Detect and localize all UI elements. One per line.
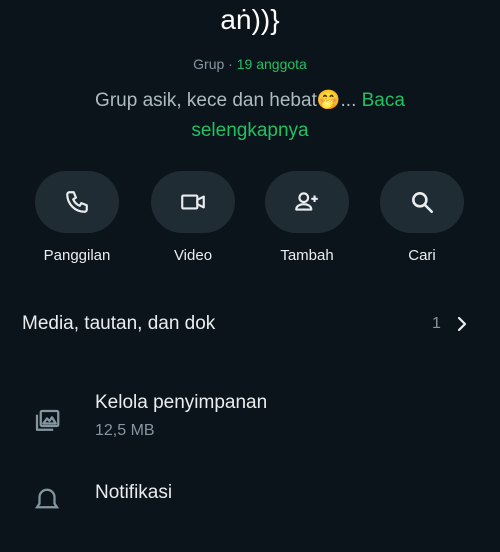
call-label: Panggilan [43, 247, 111, 264]
action-bar: Panggilan Video Tambah Cari [0, 171, 500, 271]
description-text: Grup asik, kece dan hebat🤭... [95, 90, 362, 111]
bell-icon [34, 488, 60, 509]
group-meta: Grup · 19 anggota [0, 56, 500, 72]
video-icon [181, 194, 205, 210]
group-name: aṅ))} [220, 4, 280, 35]
video-action[interactable]: Video [138, 171, 248, 264]
video-label: Video [173, 247, 213, 264]
member-count[interactable]: 19 anggota [237, 56, 307, 72]
notifications-row[interactable]: Notifikasi [0, 482, 500, 552]
manage-storage-row[interactable]: Kelola penyimpanan 12,5 MB [0, 392, 500, 462]
group-type-label: Grup · [193, 56, 237, 72]
add-action[interactable]: Tambah [252, 171, 362, 264]
storage-size: 12,5 MB [95, 422, 155, 439]
media-label: Media, tautan, dan dok [22, 313, 216, 334]
call-button[interactable] [35, 171, 119, 233]
add-participant-button[interactable] [265, 171, 349, 233]
phone-icon [66, 191, 88, 213]
video-button[interactable] [151, 171, 235, 233]
media-count: 1 [432, 315, 441, 332]
search-button[interactable] [380, 171, 464, 233]
manage-storage-label: Kelola penyimpanan [95, 392, 268, 413]
media-links-docs-row[interactable]: Media, tautan, dan dok 1 [0, 302, 500, 346]
add-person-icon [295, 192, 318, 211]
call-action[interactable]: Panggilan [22, 171, 132, 264]
search-action[interactable]: Cari [367, 171, 477, 264]
search-label: Cari [408, 247, 436, 264]
storage-icon [35, 409, 60, 431]
chevron-right-icon [457, 316, 467, 332]
add-label: Tambah [280, 247, 334, 264]
search-icon [412, 192, 434, 214]
notifications-label: Notifikasi [95, 482, 173, 503]
group-description: Grup asik, kece dan hebat🤭... Baca selen… [60, 86, 440, 146]
